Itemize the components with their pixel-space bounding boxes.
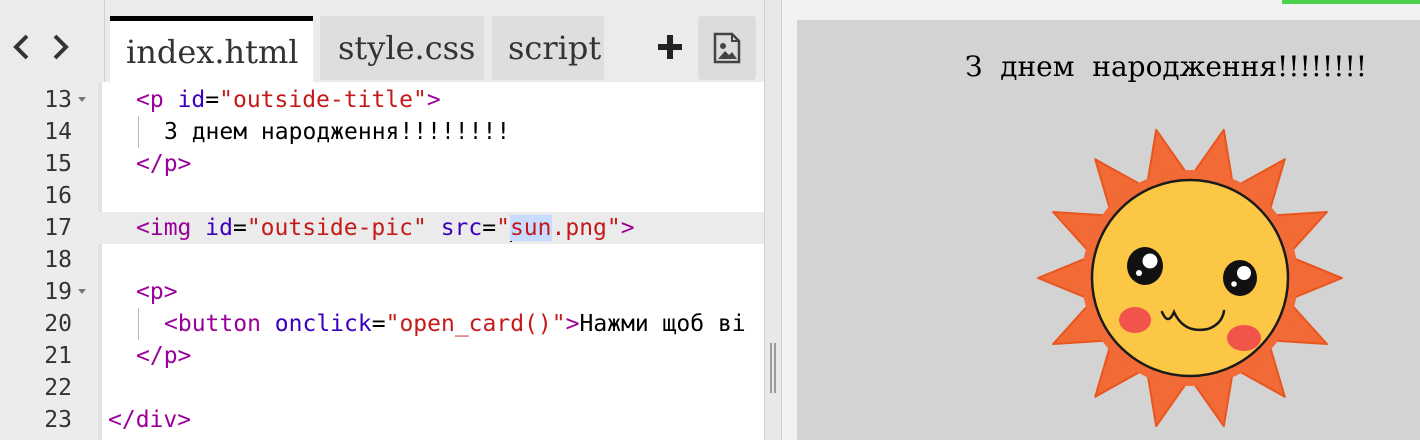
chevron-left-icon xyxy=(13,34,29,60)
plus-icon xyxy=(658,35,682,59)
tab-script-js[interactable]: script. xyxy=(492,16,604,80)
preview-pane: З днем народження!!!!!!!! xyxy=(782,0,1420,440)
line-number: 20 xyxy=(44,311,72,337)
drag-handle-icon[interactable] xyxy=(770,343,776,393)
selected-text: sun xyxy=(509,215,552,241)
code-line[interactable]: 16 xyxy=(0,180,764,212)
outside-title: З днем народження!!!!!!!! xyxy=(965,50,1368,83)
code-text: </p> xyxy=(136,343,192,369)
code-line[interactable]: 21 </p> xyxy=(0,340,764,372)
tab-label: style.css xyxy=(338,29,476,67)
code-text: </p> xyxy=(136,151,192,177)
code-line[interactable]: 20 <button onclick="open_card()">Нажми щ… xyxy=(0,308,764,340)
code-area[interactable]: 13 <p id="outside-title"> 14 З днем наро… xyxy=(0,82,764,440)
line-number: 16 xyxy=(44,183,72,209)
indent-guide xyxy=(138,116,139,148)
code-line[interactable]: 14 З днем народження!!!!!!!! xyxy=(0,116,764,148)
line-number: 15 xyxy=(44,151,72,177)
code-text: <p> xyxy=(136,279,178,305)
code-editor-pane: index.html style.css script. 13 <p id="o… xyxy=(0,0,764,440)
indent-guide xyxy=(138,308,139,340)
fold-arrow-icon[interactable] xyxy=(78,97,86,102)
code-line[interactable]: 18 xyxy=(0,244,764,276)
line-number: 22 xyxy=(44,375,72,401)
code-line[interactable]: 23 </div> xyxy=(0,404,764,436)
image-upload-button[interactable] xyxy=(698,16,756,80)
line-number: 18 xyxy=(44,247,72,273)
file-tab-bar: index.html style.css script. xyxy=(0,0,764,82)
code-line[interactable]: 15 </p> xyxy=(0,148,764,180)
fold-arrow-icon[interactable] xyxy=(78,289,86,294)
line-number: 14 xyxy=(44,119,72,145)
code-text: <img id="outside-pic" src="sun.png"> xyxy=(136,215,635,242)
code-line[interactable]: 22 xyxy=(0,372,764,404)
sun-image xyxy=(1037,128,1343,428)
code-text: З днем народження!!!!!!!! xyxy=(164,119,511,145)
loading-indicator xyxy=(1282,0,1420,4)
code-text: <button onclick="open_card()">Нажми щоб … xyxy=(164,311,746,337)
code-line[interactable]: 13 <p id="outside-title"> xyxy=(0,84,764,116)
toolbar-divider xyxy=(104,0,105,82)
add-file-button[interactable] xyxy=(650,22,690,72)
back-button[interactable] xyxy=(4,22,40,72)
line-number: 23 xyxy=(44,407,72,433)
forward-button[interactable] xyxy=(42,22,78,72)
tab-label: index.html xyxy=(126,32,299,71)
line-number: 17 xyxy=(44,215,72,241)
chevron-right-icon xyxy=(53,34,69,60)
code-text: </div> xyxy=(108,407,192,433)
line-number: 19 xyxy=(44,279,72,305)
image-icon xyxy=(713,32,741,64)
tab-label: script. xyxy=(508,29,604,67)
line-number: 13 xyxy=(44,87,72,113)
pane-splitter[interactable] xyxy=(764,0,782,440)
tab-index-html[interactable]: index.html xyxy=(110,16,313,82)
rendered-page: З днем народження!!!!!!!! xyxy=(797,20,1420,440)
code-text: <p id="outside-title"> xyxy=(136,87,441,113)
code-line[interactable]: 19 <p> xyxy=(0,276,764,308)
code-line-current[interactable]: 17 <img id="outside-pic" src="sun.png"> xyxy=(0,212,764,244)
line-number: 21 xyxy=(44,343,72,369)
tab-style-css[interactable]: style.css xyxy=(320,16,484,80)
